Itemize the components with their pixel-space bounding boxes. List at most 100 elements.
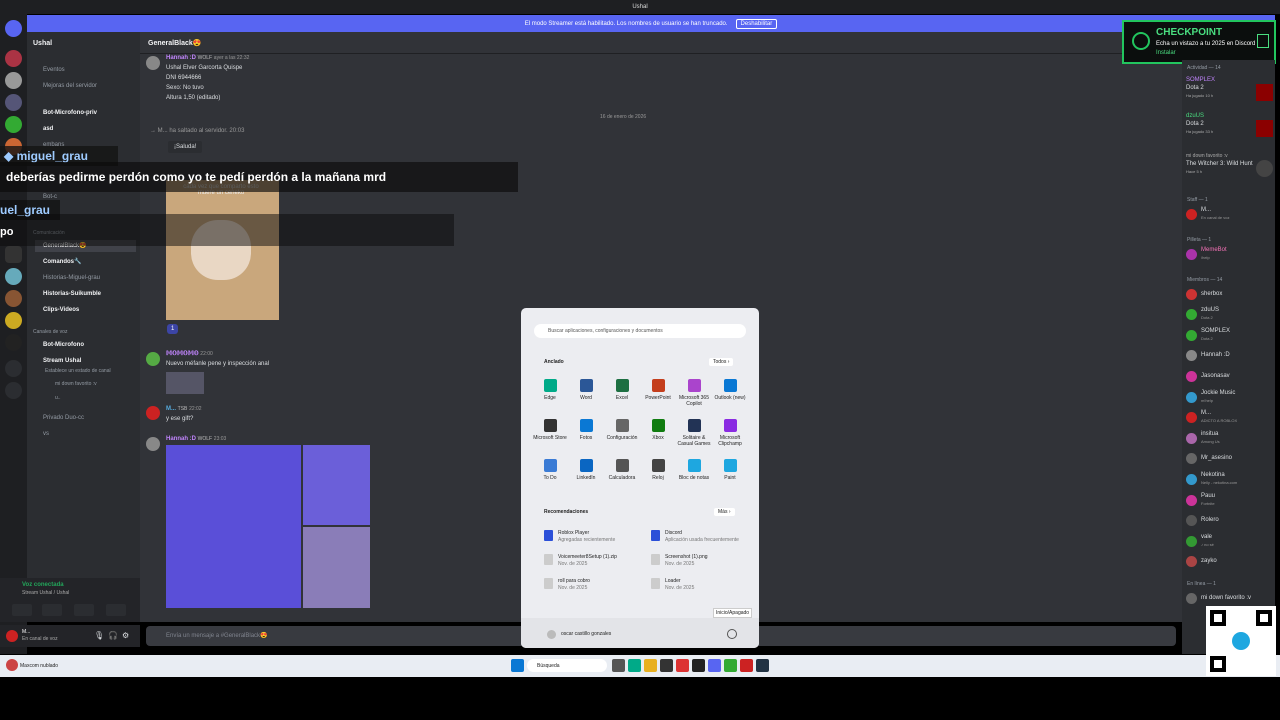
server-icon[interactable] (5, 94, 22, 111)
pinned-app[interactable]: Calculadora (604, 459, 640, 481)
channel-item[interactable]: Historias-Miguel-grau (43, 272, 100, 284)
recommended-item[interactable]: Loader Nov. de 2025 (651, 578, 694, 592)
avatar[interactable] (146, 352, 160, 366)
avatar[interactable] (146, 437, 160, 451)
voice-channel-item[interactable]: vs (43, 428, 49, 440)
power-icon[interactable] (727, 629, 737, 639)
message-author[interactable]: 𝕄𝕆𝕄𝕆𝕄𝕆 (166, 351, 199, 357)
avatar[interactable] (6, 630, 18, 642)
windows-start-icon[interactable] (511, 659, 524, 672)
server-icon[interactable] (5, 334, 22, 351)
disable-streamer-button[interactable]: Deshabilitar (735, 18, 778, 29)
pinned-app[interactable]: Excel (604, 379, 640, 401)
channel-status[interactable]: Establece un estado de canal (45, 365, 111, 377)
voice-status[interactable]: Voz conectada (22, 582, 64, 588)
recommended-item[interactable]: Voicemeeter8Setup (1).zip Nov. de 2025 (544, 554, 617, 568)
image-attachment[interactable] (166, 372, 204, 394)
pinned-app[interactable]: Microsoft Clipchamp (712, 419, 748, 447)
user-avatar-icon[interactable] (547, 630, 556, 639)
app-icon[interactable] (676, 659, 689, 672)
add-server-icon[interactable] (5, 360, 22, 377)
channel-item[interactable]: Historias-Suikumble (43, 288, 101, 300)
pinned-app[interactable]: PowerPoint (640, 379, 676, 401)
member-item[interactable]: insitua Among Us (1186, 430, 1220, 446)
soundboard-button[interactable] (106, 604, 126, 616)
user-name[interactable]: M... (22, 629, 30, 635)
pinned-app[interactable]: Bloc de notas (676, 459, 712, 481)
app-icon[interactable] (724, 659, 737, 672)
activities-button[interactable] (74, 604, 94, 616)
recommended-item[interactable]: Screenshot (1).png Nov. de 2025 (651, 554, 708, 568)
task-view-icon[interactable] (612, 659, 625, 672)
message-author[interactable]: Hannah :D (166, 436, 196, 442)
wave-button[interactable]: ¡Saluda! (168, 141, 203, 153)
video-attachment[interactable] (303, 527, 370, 608)
pinned-app[interactable]: Edge (532, 379, 568, 401)
start-search-input[interactable]: Buscar aplicaciones, configuraciones y d… (534, 324, 746, 338)
member-item[interactable]: SOMPLEX Dota 2 (1186, 327, 1230, 343)
channel-item[interactable]: Clips-Videos (43, 304, 79, 316)
voice-channel[interactable]: Stream Ushal / Ushal (22, 590, 69, 596)
avatar[interactable] (146, 56, 160, 70)
reaction[interactable]: 1 (167, 324, 179, 334)
pinned-app[interactable]: Xbox (640, 419, 676, 441)
pinned-app[interactable]: To Do (532, 459, 568, 481)
member-item[interactable]: Hannah :D (1186, 348, 1230, 364)
weather-text[interactable]: Maxcom nublado (20, 663, 80, 669)
weather-icon[interactable] (6, 659, 18, 671)
app-icon[interactable] (692, 659, 705, 672)
recommended-item[interactable]: roll para cobro Nov. de 2025 (544, 578, 590, 592)
pinned-app[interactable]: Word (568, 379, 604, 401)
member-item[interactable]: Jasonasav (1186, 368, 1230, 384)
headphones-icon[interactable]: 🎧 (108, 631, 118, 640)
video-attachment[interactable] (166, 445, 301, 608)
channel-item[interactable]: Comandos🔧 (43, 256, 81, 268)
channel-item[interactable]: Mejoras del servidor (43, 80, 97, 92)
member-item[interactable]: vale ♪ no sé (1186, 533, 1214, 549)
server-icon[interactable] (5, 50, 22, 67)
discord-icon[interactable] (708, 659, 721, 672)
message-author[interactable]: M... (166, 406, 176, 412)
server-icon[interactable] (5, 312, 22, 329)
meme-image[interactable]: cada vez que comparto esto muere un cene… (166, 180, 279, 320)
avatar[interactable] (146, 406, 160, 420)
server-name[interactable]: Ushal (33, 38, 52, 50)
pinned-app[interactable]: Reloj (640, 459, 676, 481)
camera-button[interactable] (12, 604, 32, 616)
pinned-app[interactable]: Solitaire & Casual Games (676, 419, 712, 447)
server-icon[interactable] (5, 246, 22, 263)
member-item[interactable]: Mr_asesino (1186, 451, 1232, 467)
voice-user[interactable]: u.. (55, 392, 61, 404)
microphone-icon[interactable]: 🎙 (94, 631, 104, 640)
screen-share-button[interactable] (42, 604, 62, 616)
activity-card[interactable]: mi down favorito :v The Witcher 3: Wild H… (1186, 153, 1253, 174)
voice-user[interactable]: mi down favorito :v (55, 378, 97, 390)
more-button[interactable]: Más › (714, 508, 735, 516)
server-icon[interactable] (5, 116, 22, 133)
pinned-app[interactable]: Fotos (568, 419, 604, 441)
pinned-app[interactable]: Microsoft 365 Copilot (676, 379, 712, 407)
server-icon[interactable] (5, 72, 22, 89)
video-attachment[interactable] (303, 445, 370, 525)
member-item[interactable]: zayko (1186, 554, 1217, 570)
discord-home-icon[interactable] (5, 20, 22, 37)
member-item[interactable]: Nekotina Nelly - nekotina.com (1186, 471, 1237, 487)
edge-icon[interactable] (628, 659, 641, 672)
server-icon[interactable] (5, 268, 22, 285)
pinned-app[interactable]: Configuración (604, 419, 640, 441)
pinned-app[interactable]: Microsoft Store (532, 419, 568, 441)
member-item[interactable]: Jockie Music m!help (1186, 389, 1235, 405)
explore-icon[interactable] (5, 382, 22, 399)
app-icon[interactable] (740, 659, 753, 672)
category-label[interactable]: Canales de voz (33, 326, 67, 338)
pinned-app[interactable]: Paint (712, 459, 748, 481)
gear-icon[interactable]: ⚙ (122, 631, 129, 640)
member-item[interactable]: MemeBot/help (1186, 246, 1227, 262)
pinned-app[interactable]: Outlook (new) (712, 379, 748, 401)
member-item[interactable]: zduUS Dota 2 (1186, 307, 1219, 323)
all-apps-button[interactable]: Todos › (709, 358, 734, 366)
member-item[interactable]: M... ADICTO A ROBLOX (1186, 410, 1237, 426)
voice-channel-item[interactable]: Bot-Microfono (43, 339, 84, 351)
member-item[interactable]: mi down favorito :v (1186, 590, 1251, 606)
start-user-name[interactable]: oscar castillo gonzales (561, 631, 611, 637)
